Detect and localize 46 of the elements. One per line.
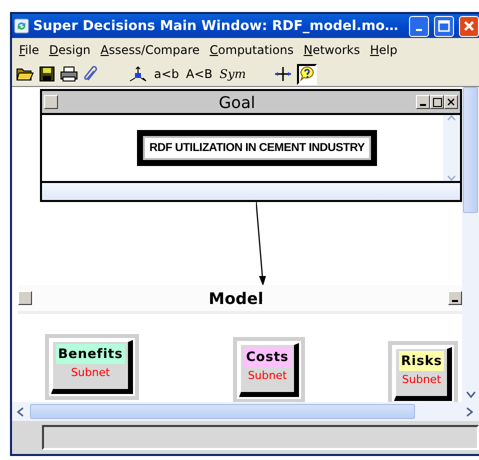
help-button[interactable] [296,64,317,84]
minimize-button[interactable] [409,16,430,36]
node-name: Risks [399,351,444,371]
maximize-button[interactable] [434,16,454,36]
window-menu-button[interactable] [44,95,58,109]
menu-item[interactable]: File [14,43,44,57]
minimize-button[interactable] [448,291,462,305]
node-arrows-icon[interactable] [128,66,148,82]
paperclip-icon[interactable] [83,66,99,82]
subnet-label: Subnet [246,368,288,382]
horizontal-scrollbar[interactable] [12,402,479,421]
node-name: Costs [244,347,291,367]
crosshair-icon[interactable] [274,66,292,82]
menu-item[interactable]: Computations [204,43,299,57]
maximize-button[interactable] [430,95,444,109]
minimize-button[interactable] [416,95,430,109]
subnet-node[interactable]: Risks Subnet [394,347,452,401]
menu-item[interactable]: Design [44,43,96,57]
menu-item[interactable]: Assess/Compare [96,43,205,57]
save-icon[interactable] [39,66,55,82]
minimize-icon [416,29,422,31]
vertical-scrollbar[interactable] [462,87,479,402]
printer-icon[interactable] [60,66,78,82]
toolbar-button[interactable]: Sym [218,67,247,81]
cluster-title: Model [208,288,264,308]
menu-item[interactable]: Help [364,43,402,57]
maximize-icon [432,98,442,106]
cluster-title: Goal [218,92,256,112]
subnet-label: Subnet [70,365,111,379]
app-icon [14,18,30,34]
window-menu-button[interactable] [18,291,32,305]
close-button[interactable] [444,95,458,109]
close-icon [463,20,476,32]
horizontal-scrollbar[interactable] [42,181,460,200]
close-icon [447,98,455,106]
menu-item[interactable]: Networks [298,43,365,57]
goal-node[interactable]: RDF UTILIZATION IN CEMENT INDUSTRY [137,130,377,166]
node-name: Benefits [56,344,125,364]
folder-icon[interactable] [16,66,34,82]
maximize-icon [438,20,450,32]
subnet-node[interactable]: Benefits Subnet [51,340,133,394]
toolbar-button[interactable]: a<b [153,67,180,81]
toolbar-button[interactable]: A<B [185,67,214,81]
subnet-node[interactable]: Costs Subnet [239,343,299,397]
window-title: Super Decisions Main Window: RDF_model.mo… [33,18,398,34]
subnet-label: Subnet [401,372,442,386]
